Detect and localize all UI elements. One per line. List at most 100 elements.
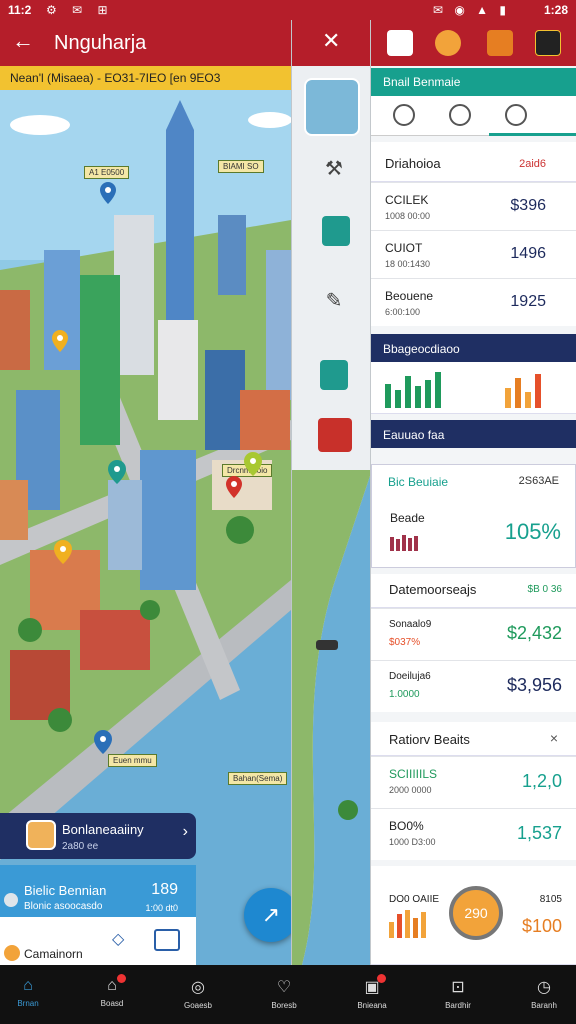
nav-item-games[interactable]: ◎ Goaesb	[178, 977, 218, 1010]
map-tag[interactable]: A1 E0500	[84, 166, 130, 179]
status-bar: 11:2 ⚙ ✉ ⊞ ✉ ◉ ▲ ▮ 1:28	[0, 0, 576, 20]
map-pin-icon[interactable]	[94, 730, 112, 754]
map-pin-icon[interactable]	[52, 330, 68, 352]
map-pin-icon[interactable]	[100, 182, 116, 204]
store-icon[interactable]	[318, 418, 352, 452]
nav-label: Brnan	[17, 999, 39, 1008]
footer-value: $100	[521, 916, 562, 936]
panel-teal-header: Bnail Benmaie	[371, 68, 576, 96]
close-icon[interactable]: ×	[550, 730, 558, 746]
map-pin-icon[interactable]	[226, 476, 242, 498]
section-right: 2aid6	[519, 158, 546, 170]
nav-label: Bardhir	[445, 1001, 471, 1010]
back-arrow-icon[interactable]: ←	[12, 28, 34, 54]
map-pin-icon[interactable]	[108, 460, 126, 484]
place-thumbnail[interactable]	[304, 78, 360, 136]
row-name: CCILEK	[385, 193, 429, 207]
map-tag[interactable]: Euen mmu	[108, 754, 157, 767]
footer-top: 8105	[539, 894, 562, 905]
location-card[interactable]: Bonlaneaaiiny 2a80 ee ›	[0, 813, 196, 859]
directions-fab[interactable]: ↗	[244, 888, 298, 942]
row-name: Beouene	[385, 289, 434, 303]
nav-item-favorites[interactable]: ♡ Boresb	[264, 977, 304, 1010]
pen-icon[interactable]: ✎	[322, 288, 346, 312]
coast-illustration	[292, 470, 370, 965]
building-icon[interactable]	[322, 216, 350, 246]
info-card[interactable]: Bielic Bennian Blonic asoocasdo 189 1:00…	[0, 865, 196, 917]
nav-label: Boresb	[271, 1001, 297, 1010]
row-sub: $037%	[389, 637, 421, 648]
right-header	[371, 20, 576, 66]
list-item[interactable]: BO0% 1000 D3:00 1,537	[371, 808, 576, 860]
info-title: Bielic Bennian	[24, 883, 107, 898]
profile-icon[interactable]	[535, 30, 561, 56]
footer-bars	[389, 910, 426, 938]
tab-user-icon[interactable]	[393, 104, 415, 126]
row-value: $2,432	[506, 623, 562, 643]
chevron-right-icon[interactable]: ›	[183, 823, 188, 841]
tab-settings-icon[interactable]	[505, 104, 527, 126]
calendar-icon[interactable]	[154, 929, 180, 951]
clock-icon: ◷	[537, 979, 551, 996]
smile-icon[interactable]	[435, 30, 461, 56]
section-right: $B 0 36	[527, 584, 562, 595]
page-title: Nnguharja	[54, 32, 147, 54]
nav-item-news[interactable]: ▣ Bnieana	[352, 974, 392, 1010]
search-bar[interactable]: Eauuao faa	[371, 420, 576, 448]
list-item[interactable]: CCILEK 1008 00:00 $396	[371, 182, 576, 230]
list-item[interactable]: SCIIIIILS 2000 0000 1,2,0	[371, 756, 576, 808]
nav-label: Bnieana	[357, 1001, 387, 1010]
location-avatar	[26, 820, 56, 850]
section-header: Driahoioa 2aid6	[371, 142, 576, 182]
status-right-icons: ✉ ◉ ▲ ▮	[432, 3, 510, 17]
info-value: 189	[151, 881, 178, 898]
section-title: Ratiorv Beaits	[389, 732, 470, 747]
nav-item-shop[interactable]: ⊡ Bardhir	[438, 977, 478, 1010]
wallet-icon[interactable]	[487, 30, 513, 56]
nav-label: Baranh	[531, 1001, 557, 1010]
row-value: 1,2,0	[521, 771, 562, 791]
bookmark-icon[interactable]: ◇	[112, 929, 124, 949]
notification-badge	[117, 974, 126, 983]
hammer-icon[interactable]: ⚒	[322, 156, 346, 180]
bottom-card[interactable]: Camainorn ◇	[0, 917, 196, 965]
sparkline-bars	[385, 372, 541, 408]
gauge-section: DO0 OAIIE 290 8105 $100	[371, 866, 576, 965]
tab-close-icon[interactable]	[449, 104, 471, 126]
alert-icon[interactable]	[387, 30, 413, 56]
right-panel: Bnail Benmaie Driahoioa 2aid6 CCILEK 100…	[371, 0, 576, 965]
status-icons: ⚙ ✉ ⊞	[46, 3, 114, 17]
plan-icon[interactable]	[320, 360, 348, 390]
nav-item-home[interactable]: ⌂ Brnan	[8, 977, 48, 1008]
nav-item-history[interactable]: ◷ Baranh	[524, 977, 564, 1010]
summary-right: 2S63AE	[518, 475, 559, 487]
status-right-time: 1:28	[543, 3, 568, 17]
analytics-bar[interactable]: Bbageocdiaoo	[371, 334, 576, 362]
gauge-dial[interactable]: 290	[449, 886, 503, 940]
summary-title: Bic Beuiaie	[388, 475, 449, 489]
row-sub: 1.0000	[389, 689, 420, 700]
close-icon[interactable]: ✕	[322, 28, 340, 54]
list-item[interactable]: Beouene 6:00:100 1925	[371, 278, 576, 326]
section-title: Datemoorseajs	[389, 582, 477, 597]
summary-card[interactable]: Bic Beuiaie 2S63AE Beade 105%	[371, 464, 576, 568]
section-header: Ratiorv Beaits ×	[371, 722, 576, 756]
shop-icon: ⊡	[451, 979, 465, 996]
list-item[interactable]: Doeiluja6 1.0000 $3,956	[371, 660, 576, 712]
row-name: Doeiluja6	[389, 671, 431, 682]
map-pin-icon[interactable]	[244, 452, 262, 476]
summary-value: 105%	[504, 519, 561, 544]
list-item[interactable]: CUIOT 18 00:1430 1496	[371, 230, 576, 278]
bottom-card-title: Camainorn	[24, 947, 83, 961]
map-pin-icon[interactable]	[54, 540, 72, 564]
mini-bars	[390, 535, 418, 551]
notification-badge	[377, 974, 386, 983]
board-icon: ⌂	[107, 977, 117, 994]
info-subtitle: Blonic asoocasdo	[24, 901, 103, 912]
list-item[interactable]: Sonaalo9 $037% $2,432	[371, 608, 576, 660]
nav-item-board[interactable]: ⌂ Boasd	[92, 974, 132, 1008]
row-sub: 1000 D3:00	[389, 837, 436, 847]
map-tag[interactable]: BIAMI SO	[218, 160, 264, 173]
footer-label: DO0 OAIIE	[389, 894, 440, 905]
map-tag[interactable]: Bahan(Sema)	[228, 772, 288, 785]
